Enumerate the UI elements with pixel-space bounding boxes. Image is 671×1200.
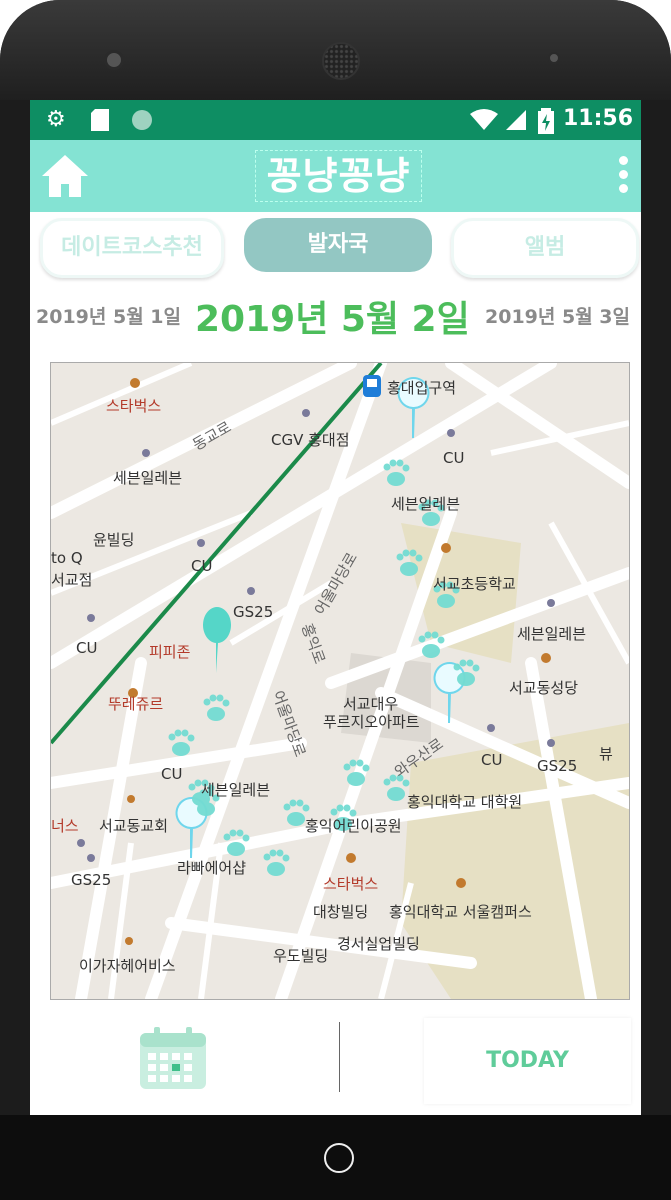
next-date-button[interactable]: 2019년 5월 3일 [485, 302, 630, 329]
map-label: CU [443, 449, 465, 467]
front-camera [104, 50, 124, 70]
map-label: 세븐일레븐 [113, 469, 183, 487]
map-label: 홍익대학교 대학원 [407, 793, 523, 811]
map-label: CU [481, 751, 503, 769]
app-bar: 꽁냥꽁냥 [30, 140, 641, 212]
calendar-icon[interactable] [138, 1025, 208, 1091]
map-label: 서교동교회 [99, 817, 169, 835]
tab-bar: 데이트코스추천 발자국 앨범 [30, 212, 641, 282]
map-label: 푸르지오아파트 [323, 713, 420, 731]
wifi-icon [470, 108, 498, 138]
map-label: 너스 [51, 817, 79, 835]
map-label: GS25 [233, 603, 274, 621]
phone-frame: ⚙ 11:56 꽁냥꽁냥 데이트코스추천 발자국 앨범 2019년 5월 1일 … [0, 0, 671, 1200]
system-nav-bar [0, 1115, 671, 1200]
gear-icon: ⚙ [46, 107, 66, 132]
map-label: 세븐일레븐 [517, 625, 587, 643]
map-label: 뚜레쥬르 [108, 695, 164, 713]
sensor [548, 52, 560, 64]
map-label: 서교동성당 [509, 679, 579, 697]
sd-card-icon [90, 108, 110, 138]
map-label: 우도빌딩 [273, 947, 329, 965]
tab-date-course[interactable]: 데이트코스추천 [40, 218, 224, 278]
map-label: 대창빌딩 [313, 903, 369, 921]
map-label: 홍익대학교 서울캠퍼스 [389, 903, 532, 921]
map-label: GS25 [537, 757, 578, 775]
map-label: 서교초등학교 [433, 575, 516, 593]
home-icon[interactable] [40, 152, 90, 200]
battery-icon [538, 108, 554, 140]
date-selector: 2019년 5월 1일 2019년 5월 2일 2019년 5월 3일 [30, 290, 641, 340]
footprint-map[interactable]: 스타벅스 CGV 홍대점 홍대입구역 CU 세븐일레븐 세븐일레븐 윤빌딩 to… [50, 362, 630, 1000]
current-date: 2019년 5월 2일 [195, 299, 470, 340]
map-label: CU [76, 639, 98, 657]
map-label: CU [191, 557, 213, 575]
map-label: CU [161, 765, 183, 783]
map-label: 세븐일레븐 [391, 495, 461, 513]
prev-date-button[interactable]: 2019년 5월 1일 [36, 302, 181, 329]
clock-text: 11:56 [562, 106, 633, 131]
status-bar: ⚙ 11:56 [30, 100, 641, 140]
app-screen: ⚙ 11:56 꽁냥꽁냥 데이트코스추천 발자국 앨범 2019년 5월 1일 … [30, 100, 641, 1115]
map-label: 경서실업빌딩 [337, 935, 420, 953]
map-label: CGV 홍대점 [271, 431, 350, 449]
map-label: 이가자헤어비스 [79, 957, 176, 975]
bottom-bar: TODAY [30, 1012, 641, 1115]
today-button[interactable]: TODAY [424, 1018, 631, 1104]
map-label: to Q [51, 549, 83, 567]
tab-footprints[interactable]: 발자국 [244, 218, 432, 272]
earpiece-speaker [322, 42, 360, 80]
more-options-icon[interactable] [619, 156, 629, 198]
phone-bezel-top [0, 0, 671, 100]
map-label: 스타벅스 [106, 397, 162, 415]
app-title: 꽁냥꽁냥 [255, 150, 422, 202]
map-label: 라빠에어샵 [177, 859, 247, 877]
map-label: 피피존 [149, 643, 191, 661]
map-label: GS25 [71, 871, 112, 889]
divider [339, 1022, 340, 1092]
map-label: 뷰 [599, 745, 613, 763]
map-label: 서교점 [51, 571, 93, 589]
map-label: 윤빌딩 [93, 531, 135, 549]
map-label: 홍익어린이공원 [305, 817, 402, 835]
nav-home-button[interactable] [324, 1143, 354, 1173]
map-label: 홍대입구역 [387, 379, 457, 397]
sync-icon [130, 108, 154, 138]
map-label: 세븐일레븐 [201, 781, 271, 799]
map-label: 스타벅스 [323, 875, 379, 893]
tab-album[interactable]: 앨범 [451, 218, 639, 278]
signal-icon [504, 108, 528, 138]
